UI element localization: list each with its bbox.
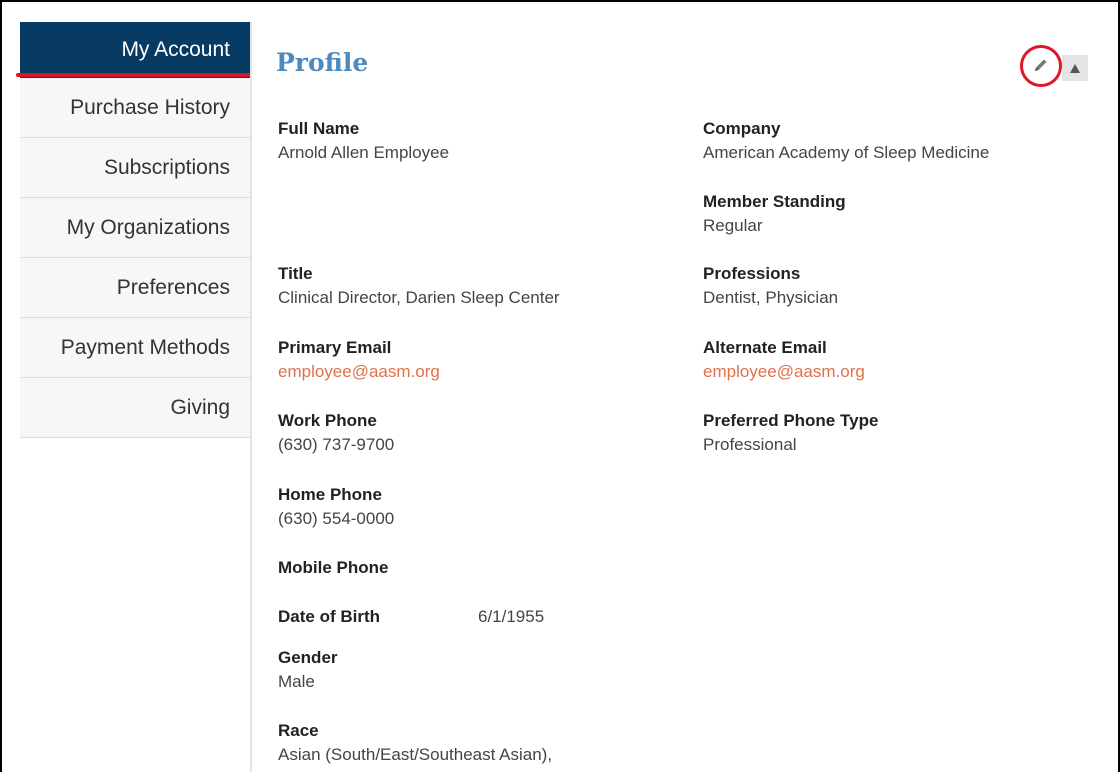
active-tab-underline <box>16 73 252 77</box>
sidebar-item-giving[interactable]: Giving <box>20 378 250 438</box>
field-value: Male <box>278 672 315 691</box>
primary-email-link[interactable]: employee@aasm.org <box>278 359 440 385</box>
field-member-standing: Member Standing Regular <box>703 191 846 239</box>
field-company: Company American Academy of Sleep Medici… <box>703 118 989 166</box>
sidebar-item-label: Giving <box>170 395 230 419</box>
field-value: (630) 737-9700 <box>278 435 395 454</box>
field-value: Dentist, Physician <box>703 288 839 307</box>
field-label: Preferred Phone Type <box>703 411 879 430</box>
edit-profile-button[interactable] <box>1028 52 1054 78</box>
field-value: Arnold Allen Employee <box>278 143 450 162</box>
sidebar-item-label: Payment Methods <box>60 335 230 359</box>
field-preferred-phone-type: Preferred Phone Type Professional <box>703 410 878 458</box>
sidebar-item-label: My Organizations <box>66 215 230 239</box>
field-value: Clinical Director, Darien Sleep Center <box>278 288 560 307</box>
field-home-phone: Home Phone (630) 554-0000 <box>278 484 394 532</box>
field-professions: Professions Dentist, Physician <box>703 263 838 311</box>
field-label: Primary Email <box>278 338 392 357</box>
field-value: Professional <box>703 435 797 454</box>
page-title: Profile <box>276 48 369 77</box>
field-value: Regular <box>703 216 763 235</box>
field-alternate-email: Alternate Email employee@aasm.org <box>703 337 865 385</box>
sidebar-item-label: Preferences <box>116 275 230 299</box>
pencil-icon <box>1035 59 1047 71</box>
field-mobile-phone: Mobile Phone <box>278 557 389 579</box>
field-full-name: Full Name Arnold Allen Employee <box>278 118 449 166</box>
alternate-email-link[interactable]: employee@aasm.org <box>703 359 865 385</box>
sidebar-item-label: My Account <box>121 38 230 61</box>
sidebar-item-label: Purchase History <box>70 95 230 119</box>
field-date-of-birth: Date of Birth 6/1/1955 <box>278 606 678 628</box>
field-race: Race Asian (South/East/Southeast Asian), <box>278 720 552 768</box>
triangle-up-icon <box>1070 64 1080 73</box>
sidebar-item-payment-methods[interactable]: Payment Methods <box>20 318 250 378</box>
sidebar-item-subscriptions[interactable]: Subscriptions <box>20 138 250 198</box>
field-value: (630) 554-0000 <box>278 509 395 528</box>
sidebar-item-my-account[interactable]: My Account <box>20 22 250 78</box>
field-label: Full Name <box>278 119 360 138</box>
profile-panel: Profile Full Name Arnold Allen Employee … <box>276 0 1096 772</box>
field-gender: Gender Male <box>278 647 338 695</box>
field-label: Alternate Email <box>703 338 827 357</box>
field-label: Race <box>278 721 319 740</box>
sidebar-item-my-organizations[interactable]: My Organizations <box>20 198 250 258</box>
field-label: Company <box>703 119 781 138</box>
field-label: Gender <box>278 648 338 667</box>
sidebar-divider <box>250 22 252 772</box>
field-label: Title <box>278 264 313 283</box>
field-label: Home Phone <box>278 485 382 504</box>
account-sidebar: My Account Purchase History Subscription… <box>20 22 250 438</box>
field-label: Work Phone <box>278 411 377 430</box>
sidebar-item-preferences[interactable]: Preferences <box>20 258 250 318</box>
collapse-button[interactable] <box>1062 55 1088 81</box>
field-value: American Academy of Sleep Medicine <box>703 143 990 162</box>
field-value: Asian (South/East/Southeast Asian), <box>278 745 553 764</box>
field-label: Mobile Phone <box>278 558 389 577</box>
field-primary-email: Primary Email employee@aasm.org <box>278 337 440 385</box>
field-title: Title Clinical Director, Darien Sleep Ce… <box>278 263 560 311</box>
sidebar-item-purchase-history[interactable]: Purchase History <box>20 78 250 138</box>
field-label: Professions <box>703 264 801 283</box>
field-value: 6/1/1955 <box>478 607 545 626</box>
field-label: Member Standing <box>703 192 846 211</box>
field-work-phone: Work Phone (630) 737-9700 <box>278 410 394 458</box>
sidebar-item-label: Subscriptions <box>103 155 230 179</box>
